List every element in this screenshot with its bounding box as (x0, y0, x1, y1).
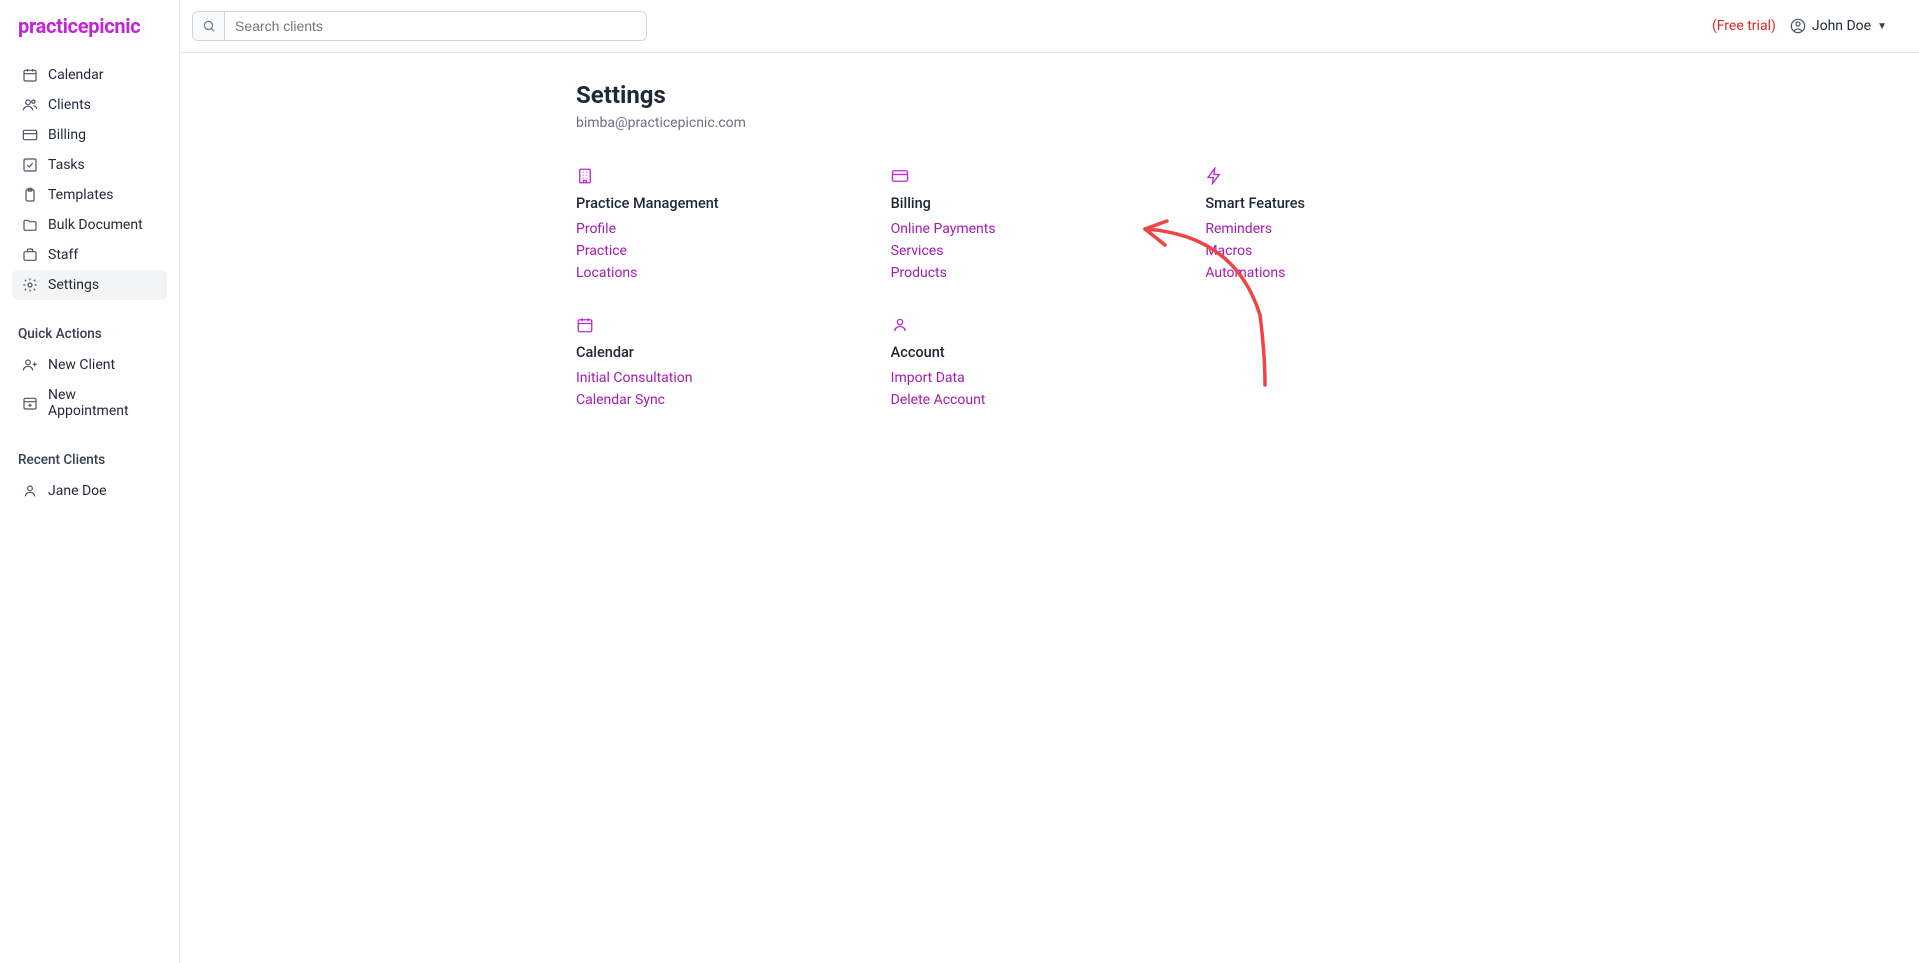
sidebar-item-jane-doe[interactable]: Jane Doe (12, 476, 167, 506)
page-subtitle: bimba@practicepicnic.com (576, 115, 1420, 131)
folder-icon (22, 217, 38, 233)
settings-link-online-payments[interactable]: Online Payments (891, 218, 1106, 240)
sidebar-item-label: New Appointment (48, 387, 157, 419)
card-title: Practice Management (576, 195, 791, 212)
card-title: Account (891, 344, 1106, 361)
settings-link-automations[interactable]: Automations (1205, 262, 1420, 284)
sidebar-item-label: Jane Doe (48, 483, 107, 499)
sidebar-item-billing[interactable]: Billing (12, 120, 167, 150)
sidebar-item-tasks[interactable]: Tasks (12, 150, 167, 180)
settings-card-account: Account Import DataDelete Account (891, 316, 1106, 411)
settings-link-services[interactable]: Services (891, 240, 1106, 262)
calendar-plus-icon (22, 395, 38, 411)
sidebar-item-label: Billing (48, 127, 86, 143)
sidebar-item-label: Bulk Document (48, 217, 143, 233)
page-title: Settings (576, 81, 1420, 109)
settings-card-calendar: Calendar Initial ConsultationCalendar Syn… (576, 316, 791, 411)
gear-icon (22, 277, 38, 293)
sidebar-item-templates[interactable]: Templates (12, 180, 167, 210)
check-square-icon (22, 157, 38, 173)
calendar-icon (22, 67, 38, 83)
sidebar-item-calendar[interactable]: Calendar (12, 60, 167, 90)
building-icon (576, 167, 594, 185)
sidebar-item-staff[interactable]: Staff (12, 240, 167, 270)
search-button[interactable] (193, 12, 225, 40)
sidebar: practicepicnic Calendar Clients Billing Tas… (0, 0, 180, 963)
card-title: Calendar (576, 344, 791, 361)
settings-link-locations[interactable]: Locations (576, 262, 791, 284)
search-icon (202, 19, 216, 33)
sidebar-item-label: New Client (48, 357, 115, 373)
bolt-icon (1205, 167, 1223, 185)
briefcase-icon (22, 247, 38, 263)
card-icon (22, 127, 38, 143)
sidebar-item-label: Clients (48, 97, 91, 113)
settings-link-delete-account[interactable]: Delete Account (891, 389, 1106, 411)
settings-link-calendar-sync[interactable]: Calendar Sync (576, 389, 791, 411)
sidebar-item-clients[interactable]: Clients (12, 90, 167, 120)
sidebar-item-new-appointment[interactable]: New Appointment (12, 380, 167, 426)
settings-link-reminders[interactable]: Reminders (1205, 218, 1420, 240)
settings-card-billing: Billing Online PaymentsServicesProducts (891, 167, 1106, 284)
user-plus-icon (22, 357, 38, 373)
sidebar-item-new-client[interactable]: New Client (12, 350, 167, 380)
main: Settings bimba@practicepicnic.com Practi… (360, 0, 1919, 963)
settings-card-practice-management: Practice Management ProfilePracticeLocati… (576, 167, 791, 284)
settings-link-profile[interactable]: Profile (576, 218, 791, 240)
brand-logo: practicepicnic (12, 14, 167, 38)
user-icon (891, 316, 909, 334)
settings-link-practice[interactable]: Practice (576, 240, 791, 262)
settings-link-products[interactable]: Products (891, 262, 1106, 284)
sidebar-item-label: Staff (48, 247, 78, 263)
calendar-icon (576, 316, 594, 334)
sidebar-item-label: Templates (48, 187, 114, 203)
settings-link-macros[interactable]: Macros (1205, 240, 1420, 262)
settings-card-smart-features: Smart Features RemindersMacrosAutomations (1205, 167, 1420, 284)
users-icon (22, 97, 38, 113)
card-title: Billing (891, 195, 1106, 212)
clipboard-icon (22, 187, 38, 203)
card-icon (891, 167, 909, 185)
sidebar-item-label: Calendar (48, 67, 104, 83)
quick-actions-label: Quick Actions (12, 300, 167, 350)
settings-link-initial-consultation[interactable]: Initial Consultation (576, 367, 791, 389)
user-icon (22, 483, 38, 499)
settings-link-import-data[interactable]: Import Data (891, 367, 1106, 389)
sidebar-item-settings[interactable]: Settings (12, 270, 167, 300)
recent-clients-label: Recent Clients (12, 426, 167, 476)
sidebar-item-bulk-document[interactable]: Bulk Document (12, 210, 167, 240)
sidebar-item-label: Tasks (48, 157, 85, 173)
card-title: Smart Features (1205, 195, 1420, 212)
sidebar-item-label: Settings (48, 277, 99, 293)
